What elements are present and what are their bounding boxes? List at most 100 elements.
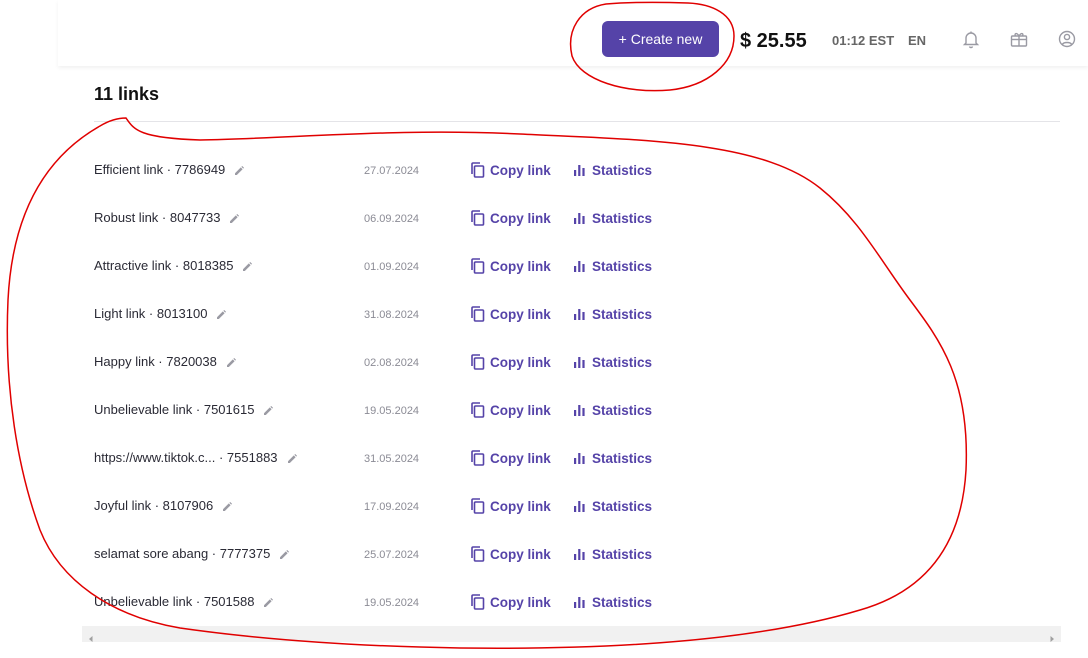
link-name-text: Unbelievable link · 7501588 <box>94 594 255 609</box>
bar-chart-icon <box>574 452 585 464</box>
list-item: https://www.tiktok.c... · 7551883 31.05.… <box>0 434 1088 482</box>
pencil-icon[interactable] <box>222 501 233 512</box>
link-name: Attractive link · 8018385 <box>94 258 253 274</box>
language-selector[interactable]: EN <box>908 32 926 50</box>
copy-link-label: Copy link <box>490 450 551 466</box>
statistics-button[interactable]: Statistics <box>574 257 652 275</box>
pencil-icon[interactable] <box>234 165 245 176</box>
pencil-icon[interactable] <box>263 597 274 608</box>
copy-link-button[interactable]: Copy link <box>470 257 551 275</box>
copy-icon <box>471 546 485 562</box>
bar-chart-icon <box>574 356 585 368</box>
bar-chart-icon <box>574 596 585 608</box>
link-name: Unbelievable link · 7501588 <box>94 594 274 610</box>
gift-icon[interactable] <box>1009 29 1029 49</box>
copy-link-button[interactable]: Copy link <box>470 209 551 227</box>
copy-icon <box>471 162 485 178</box>
statistics-label: Statistics <box>592 402 653 418</box>
horizontal-scrollbar[interactable] <box>82 626 1061 642</box>
link-date: 31.08.2024 <box>364 309 420 321</box>
statistics-label: Statistics <box>592 210 653 226</box>
bar-chart-icon <box>574 500 585 512</box>
statistics-button[interactable]: Statistics <box>574 449 652 467</box>
list-item: Light link · 8013100 31.08.2024 Copy lin… <box>0 290 1088 338</box>
pencil-icon[interactable] <box>263 405 274 416</box>
link-date: 19.05.2024 <box>364 597 420 609</box>
statistics-button[interactable]: Statistics <box>574 545 652 563</box>
copy-link-button[interactable]: Copy link <box>470 449 551 467</box>
pencil-icon[interactable] <box>242 261 253 272</box>
bar-chart-icon <box>574 164 585 176</box>
link-name: Happy link · 7820038 <box>94 354 236 370</box>
pencil-icon[interactable] <box>229 213 240 224</box>
copy-link-button[interactable]: Copy link <box>470 161 551 179</box>
statistics-button[interactable]: Statistics <box>574 401 652 419</box>
copy-link-button[interactable]: Copy link <box>470 497 551 515</box>
link-date: 06.09.2024 <box>364 213 420 225</box>
copy-link-button[interactable]: Copy link <box>470 401 551 419</box>
link-name: Unbelievable link · 7501615 <box>94 402 274 418</box>
link-name-text: Unbelievable link · 7501615 <box>94 402 255 417</box>
statistics-label: Statistics <box>592 354 653 370</box>
link-name: Efficient link · 7786949 <box>94 162 245 178</box>
link-date: 01.09.2024 <box>364 261 420 273</box>
copy-icon <box>471 354 485 370</box>
statistics-label: Statistics <box>592 450 653 466</box>
pencil-icon[interactable] <box>287 453 297 464</box>
statistics-button[interactable]: Statistics <box>574 161 652 179</box>
scroll-right-arrow-icon[interactable] <box>1048 630 1056 642</box>
pencil-icon[interactable] <box>279 549 290 560</box>
link-name: Joyful link · 8107906 <box>94 498 233 514</box>
link-name-text: Happy link · 7820038 <box>94 354 217 369</box>
link-name-text: Robust link · 8047733 <box>94 210 221 225</box>
copy-icon <box>471 258 485 274</box>
statistics-label: Statistics <box>592 498 653 514</box>
pencil-icon[interactable] <box>216 309 227 320</box>
list-item: Joyful link · 8107906 17.09.2024 Copy li… <box>0 482 1088 530</box>
link-date: 27.07.2024 <box>364 165 420 177</box>
scroll-left-arrow-icon[interactable] <box>87 630 95 642</box>
copy-link-label: Copy link <box>490 354 551 370</box>
copy-link-label: Copy link <box>490 402 551 418</box>
create-new-button[interactable]: + Create new <box>602 21 719 57</box>
statistics-label: Statistics <box>592 306 653 322</box>
top-bar <box>58 0 1088 66</box>
copy-link-button[interactable]: Copy link <box>470 545 551 563</box>
list-item: selamat sore abang · 7777375 25.07.2024 … <box>0 530 1088 578</box>
bar-chart-icon <box>574 260 585 272</box>
copy-link-label: Copy link <box>490 258 551 274</box>
statistics-button[interactable]: Statistics <box>574 497 652 515</box>
bell-icon[interactable] <box>961 29 981 49</box>
page-title: 11 links <box>94 84 160 104</box>
link-name-text: Joyful link · 8107906 <box>94 498 214 513</box>
user-icon[interactable] <box>1057 29 1077 49</box>
statistics-button[interactable]: Statistics <box>574 209 652 227</box>
link-name-text: selamat sore abang · 7777375 <box>94 546 271 561</box>
link-name: https://www.tiktok.c... · 7551883 <box>94 450 297 466</box>
copy-icon <box>471 210 485 226</box>
statistics-label: Statistics <box>592 546 653 562</box>
copy-link-button[interactable]: Copy link <box>470 353 551 371</box>
copy-icon <box>471 306 485 322</box>
list-item: Unbelievable link · 7501615 19.05.2024 C… <box>0 386 1088 434</box>
statistics-button[interactable]: Statistics <box>574 353 652 371</box>
link-date: 31.05.2024 <box>364 453 420 465</box>
statistics-label: Statistics <box>592 594 653 610</box>
link-date: 02.08.2024 <box>364 357 420 369</box>
copy-icon <box>471 498 485 514</box>
copy-link-button[interactable]: Copy link <box>470 593 551 611</box>
pencil-icon[interactable] <box>226 357 236 368</box>
copy-link-button[interactable]: Copy link <box>470 305 551 323</box>
link-name: Light link · 8013100 <box>94 306 227 322</box>
link-name-text: Attractive link · 8018385 <box>94 258 234 273</box>
bar-chart-icon <box>574 212 585 224</box>
statistics-button[interactable]: Statistics <box>574 305 652 323</box>
link-name-text: Light link · 8013100 <box>94 306 208 321</box>
copy-link-label: Copy link <box>490 546 551 562</box>
copy-link-label: Copy link <box>490 210 551 226</box>
time-display: 01:12 EST <box>832 33 895 48</box>
link-date: 17.09.2024 <box>364 501 420 513</box>
bar-chart-icon <box>574 308 585 320</box>
statistics-button[interactable]: Statistics <box>574 593 652 611</box>
divider <box>94 121 1060 122</box>
